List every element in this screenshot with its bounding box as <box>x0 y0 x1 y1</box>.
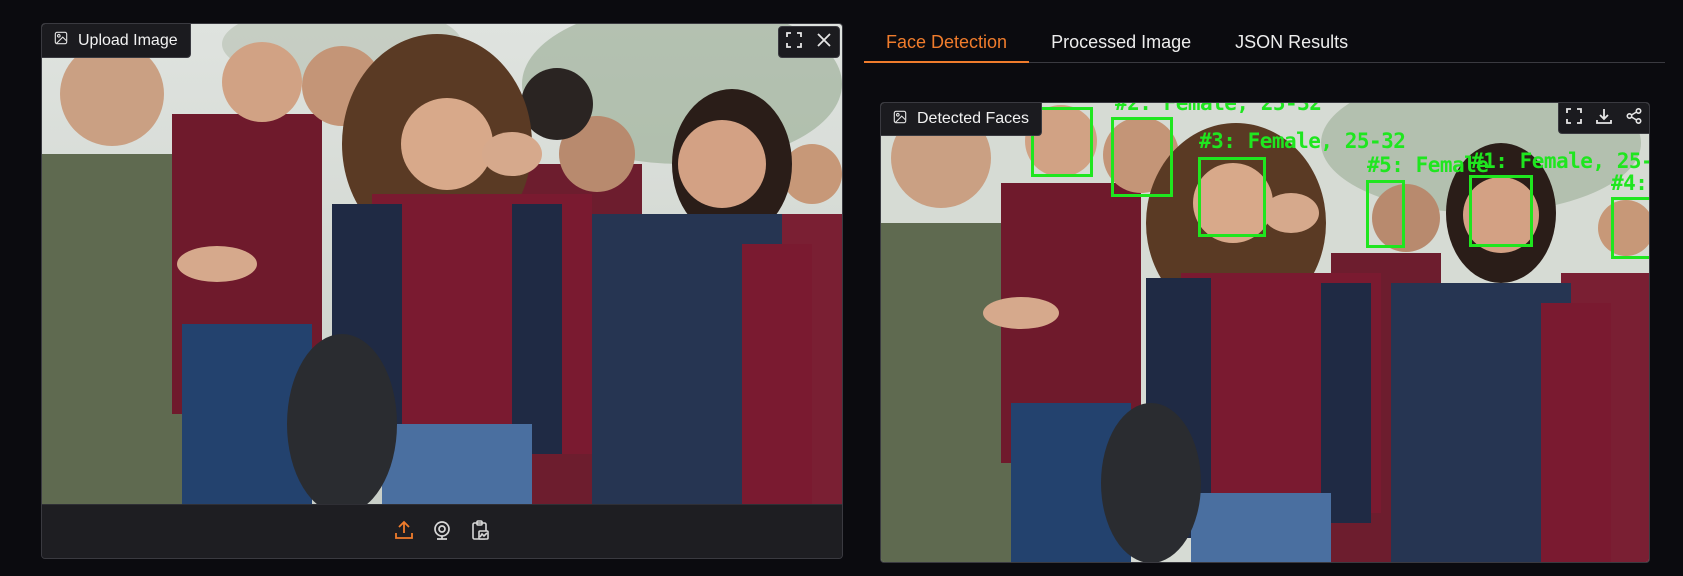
detected-faces-label: Detected Faces <box>881 103 1043 136</box>
fullscreen-icon <box>785 31 803 54</box>
tab-json-results[interactable]: JSON Results <box>1213 22 1370 62</box>
face-label-2: #2: Female, 25-32 <box>1115 102 1322 115</box>
upload-toolbar <box>778 26 840 58</box>
uploaded-photo <box>42 24 842 504</box>
upload-icon <box>393 519 415 546</box>
download-button[interactable] <box>1589 103 1619 133</box>
upload-source-button[interactable] <box>392 520 416 544</box>
webcam-source-button[interactable] <box>430 520 454 544</box>
face-label-1: #1: Female, 25- <box>1471 149 1650 173</box>
tab-face-detection[interactable]: Face Detection <box>864 22 1030 63</box>
share-button[interactable] <box>1619 103 1649 133</box>
clipboard-source-button[interactable] <box>468 519 492 546</box>
image-icon <box>893 110 907 129</box>
fullscreen-button[interactable] <box>1559 103 1589 133</box>
fullscreen-button[interactable] <box>779 27 809 57</box>
share-icon <box>1625 107 1643 130</box>
face-box-5 <box>1366 180 1405 248</box>
close-icon <box>815 31 833 54</box>
face-box-2 <box>1111 117 1173 197</box>
fullscreen-icon <box>1565 107 1583 130</box>
face-label-4: #4: <box>1611 171 1648 195</box>
result-toolbar <box>1558 103 1649 134</box>
close-button[interactable] <box>809 27 839 57</box>
download-icon <box>1595 107 1613 130</box>
upload-image-label: Upload Image <box>42 24 191 58</box>
face-box-3 <box>1198 157 1266 237</box>
clipboard-icon <box>469 519 491 546</box>
tab-processed-image[interactable]: Processed Image <box>1029 22 1213 62</box>
detected-faces-title: Detected Faces <box>917 110 1030 127</box>
upload-image-panel[interactable]: Upload Image <box>41 23 843 559</box>
detected-faces-panel: #2: Female, 25-32 #3: Female, 25-32 #5: … <box>880 102 1650 563</box>
result-tabs: Face Detection Processed Image JSON Resu… <box>864 22 1665 63</box>
upload-image-title: Upload Image <box>78 31 178 49</box>
photo-group-of-students <box>42 24 842 504</box>
face-label-3: #3: Female, 25-32 <box>1199 129 1406 153</box>
image-source-bar <box>42 504 842 558</box>
face-box-4 <box>1611 197 1649 259</box>
image-icon <box>54 31 68 50</box>
face-box-1 <box>1469 175 1533 247</box>
webcam-icon <box>431 519 453 546</box>
